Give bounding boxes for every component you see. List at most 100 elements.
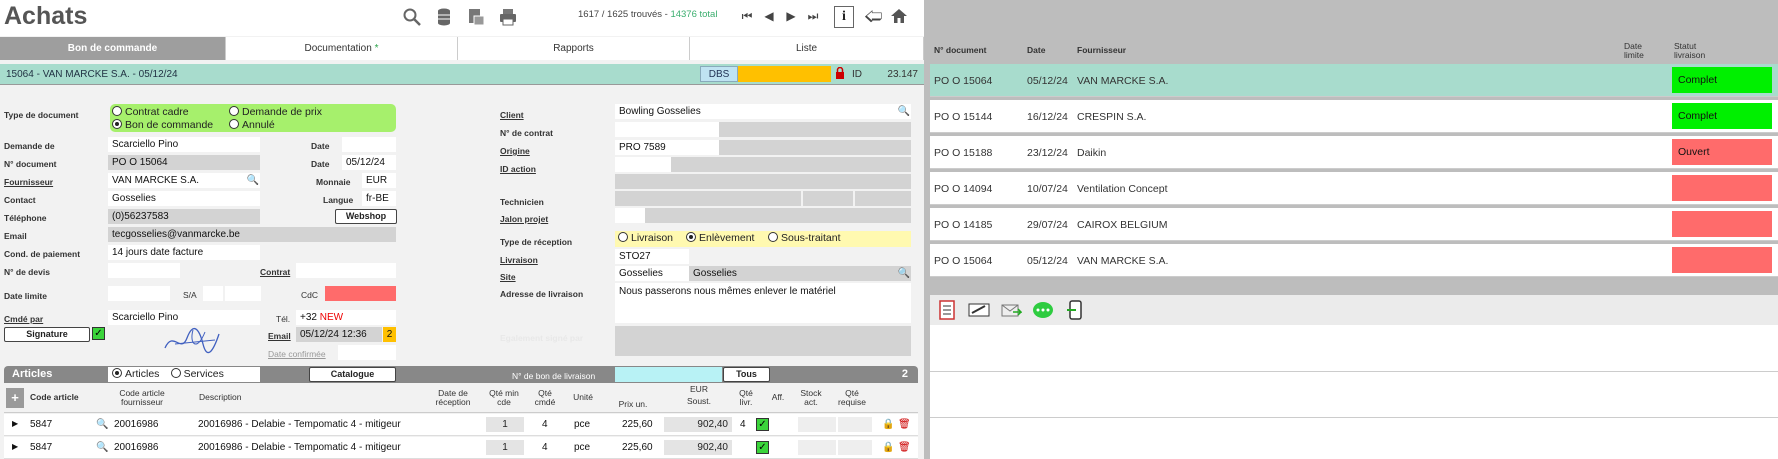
- expand-icon[interactable]: ▶: [12, 419, 18, 428]
- search-icon[interactable]: 🔍: [96, 419, 108, 430]
- webshop-button[interactable]: Webshop: [335, 209, 397, 224]
- site-label[interactable]: Site: [500, 272, 516, 282]
- list-row[interactable]: PO O 15064 05/12/24 VAN MARCKE S.A. Complet: [930, 64, 1778, 97]
- livraison-label[interactable]: Livraison: [500, 255, 538, 265]
- id-action-label[interactable]: ID action: [500, 164, 536, 174]
- cmde-par-field[interactable]: Scarciello Pino: [108, 310, 260, 325]
- tab-documentation[interactable]: Documentation *: [226, 37, 458, 60]
- sign-icon[interactable]: [968, 300, 990, 320]
- monnaie-field[interactable]: EUR: [362, 173, 396, 188]
- search-icon[interactable]: 🔍: [897, 266, 911, 281]
- site-code-field[interactable]: Gosselies: [615, 266, 689, 281]
- fournisseur-label[interactable]: Fournisseur: [4, 177, 53, 187]
- col-fournisseur[interactable]: Fournisseur: [1077, 46, 1126, 55]
- trash-icon[interactable]: 🗑: [898, 442, 911, 453]
- expand-icon[interactable]: ▶: [12, 442, 18, 451]
- tab-bon-de-commande[interactable]: Bon de commande: [0, 37, 226, 60]
- jalon-projet-label[interactable]: Jalon projet: [500, 214, 548, 224]
- radio-articles[interactable]: Articles: [112, 368, 159, 380]
- col-no-document[interactable]: N° document: [934, 46, 987, 55]
- date2-field[interactable]: 05/12/24: [342, 155, 396, 170]
- email-field[interactable]: tecgosselies@vanmarcke.be: [108, 227, 396, 242]
- origine-field[interactable]: PRO 7589: [615, 140, 719, 155]
- home-icon[interactable]: [890, 7, 908, 25]
- id-action-field[interactable]: [615, 157, 671, 172]
- search-icon[interactable]: 🔍: [96, 442, 108, 453]
- row-check-icon[interactable]: ✓: [756, 418, 769, 431]
- signature-button[interactable]: Signature: [4, 327, 90, 342]
- email2-label[interactable]: Email: [268, 331, 291, 341]
- col-statut-livraison[interactable]: Statut livraison: [1674, 42, 1724, 60]
- radio-enlevement[interactable]: Enlèvement: [686, 232, 754, 244]
- radio-annule[interactable]: Annulé: [229, 119, 275, 131]
- adresse-livraison-field[interactable]: Nous passerons nous mêmes enlever le mat…: [615, 283, 911, 323]
- tel-field[interactable]: +32 NEW: [296, 310, 396, 325]
- demande-de-field[interactable]: Scarciello Pino: [108, 137, 260, 152]
- contrat-field[interactable]: [296, 263, 396, 278]
- previous-record-button[interactable]: ◀: [760, 7, 778, 25]
- technicien-field[interactable]: [615, 191, 801, 206]
- client-field[interactable]: Bowling Gosselies: [615, 104, 897, 119]
- search-icon[interactable]: 🔍: [897, 104, 911, 119]
- tab-rapports[interactable]: Rapports: [458, 37, 690, 60]
- lock-icon[interactable]: 🔒: [882, 442, 894, 453]
- livraison-field[interactable]: STO27: [615, 249, 689, 264]
- search-icon[interactable]: [402, 7, 422, 27]
- send-mail-icon[interactable]: [1000, 300, 1023, 320]
- langue-field[interactable]: fr-BE: [362, 191, 396, 206]
- date-field[interactable]: [342, 137, 396, 152]
- origine-label[interactable]: Origine: [500, 146, 530, 156]
- lock-icon[interactable]: 🔒: [882, 419, 894, 430]
- list-row[interactable]: PO O 15144 16/12/24 CRESPIN S.A. Complet: [930, 100, 1778, 133]
- table-row[interactable]: ▶ 5847 🔍 20016986 20016986 - Delabie - T…: [4, 414, 918, 436]
- list-row[interactable]: PO O 15188 23/12/24 Daikin Ouvert: [930, 136, 1778, 169]
- col-date[interactable]: Date: [1027, 46, 1045, 55]
- mobile-icon[interactable]: [1064, 300, 1086, 320]
- list-row[interactable]: PO O 14094 10/07/24 Ventilation Concept: [930, 172, 1778, 205]
- radio-demande-de-prix[interactable]: Demande de prix: [229, 106, 322, 118]
- last-record-button[interactable]: ⏭: [804, 7, 822, 25]
- lock-icon[interactable]: [835, 66, 845, 82]
- jalon-projet-field[interactable]: [615, 208, 645, 223]
- contact-field[interactable]: Gosselies: [108, 191, 260, 206]
- list-row[interactable]: PO O 14185 29/07/24 CAIROX BELGIUM: [930, 208, 1778, 241]
- document-scan-icon[interactable]: [466, 7, 486, 27]
- checklist-icon[interactable]: [936, 300, 958, 320]
- date-confirmee-field[interactable]: [338, 345, 396, 360]
- row-qte-min[interactable]: 1: [486, 417, 524, 432]
- catalogue-button[interactable]: Catalogue: [309, 367, 396, 382]
- date-limite-field[interactable]: [108, 286, 170, 301]
- radio-bon-de-commande[interactable]: Bon de commande: [112, 119, 213, 131]
- sa-field-2[interactable]: [225, 286, 261, 301]
- first-record-button[interactable]: ⏮: [738, 7, 756, 25]
- radio-livraison[interactable]: Livraison: [618, 232, 673, 244]
- print-icon[interactable]: [498, 7, 518, 27]
- contrat-label[interactable]: Contrat: [260, 267, 290, 277]
- add-row-button[interactable]: +: [6, 388, 24, 408]
- signature-checkbox[interactable]: ✓: [92, 327, 105, 340]
- cmde-par-label[interactable]: Cmdé par: [4, 314, 43, 324]
- radio-contrat-cadre[interactable]: Contrat cadre: [112, 106, 189, 118]
- no-contrat-field[interactable]: [615, 122, 719, 137]
- radio-sous-traitant[interactable]: Sous-traitant: [768, 232, 841, 244]
- no-document-field[interactable]: PO O 15064: [108, 155, 260, 170]
- table-row[interactable]: ▶ 5847 🔍 20016986 20016986 - Delabie - T…: [4, 437, 918, 459]
- search-icon[interactable]: 🔍: [246, 173, 260, 188]
- dbs-badge[interactable]: DBS: [700, 66, 738, 82]
- col-date-limite[interactable]: Date limite: [1624, 42, 1654, 60]
- radio-services[interactable]: Services: [170, 368, 224, 380]
- tab-liste[interactable]: Liste: [690, 37, 924, 60]
- back-arrow-icon[interactable]: 🢠: [864, 7, 883, 25]
- fournisseur-field[interactable]: VAN MARCKE S.A.: [108, 173, 246, 188]
- bon-livraison-field[interactable]: [615, 367, 722, 382]
- row-check-icon[interactable]: ✓: [756, 441, 769, 454]
- telephone-field[interactable]: (0)56237583: [108, 209, 260, 224]
- client-label[interactable]: Client: [500, 110, 524, 120]
- trash-icon[interactable]: 🗑: [898, 419, 911, 430]
- chat-icon[interactable]: [1032, 300, 1054, 320]
- database-icon[interactable]: [434, 7, 454, 27]
- cond-paiement-field[interactable]: 14 jours date facture: [108, 245, 260, 260]
- row-qte-min[interactable]: 1: [486, 440, 524, 455]
- tous-button[interactable]: Tous: [723, 367, 770, 382]
- no-devis-field[interactable]: [108, 263, 180, 278]
